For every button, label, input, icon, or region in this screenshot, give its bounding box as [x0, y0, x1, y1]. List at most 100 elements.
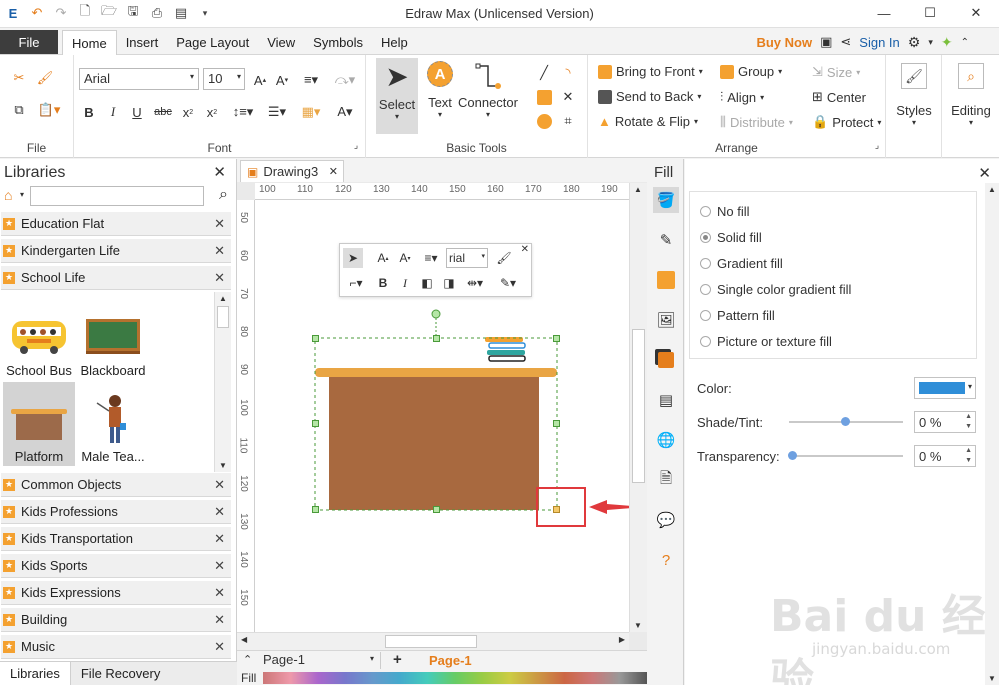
- protect-button[interactable]: 🔒 Protect ▾: [812, 114, 881, 130]
- layer-icon[interactable]: [653, 347, 679, 373]
- text-align-icon[interactable]: ≡▾: [296, 71, 326, 89]
- library-item-kids-sports[interactable]: ★ Kids Sports ✕: [1, 554, 231, 578]
- shrink-font-icon[interactable]: A ▾: [272, 71, 292, 89]
- chevron-down-icon[interactable]: ▾: [20, 190, 24, 199]
- library-item-kindergarten-life[interactable]: ★ Kindergarten Life ✕: [1, 239, 231, 263]
- home-icon[interactable]: ⌂: [4, 187, 12, 203]
- format-painter-icon[interactable]: 🖌: [36, 69, 54, 87]
- send-back-icon[interactable]: ◨: [439, 273, 459, 293]
- line-spacing-icon[interactable]: ↕≡▾: [228, 103, 258, 121]
- arc-tool-icon[interactable]: ◝: [558, 63, 578, 83]
- align-button[interactable]: ⫶ Align ▾: [720, 89, 764, 105]
- library-item-common-objects[interactable]: ★ Common Objects ✕: [1, 473, 231, 497]
- scroll-up-icon[interactable]: ▲: [988, 185, 996, 194]
- tab-view[interactable]: View: [258, 30, 304, 55]
- group-button[interactable]: Group ▾: [720, 64, 782, 79]
- library-item-school-life[interactable]: ★ School Life ✕: [1, 266, 231, 290]
- tab-insert[interactable]: Insert: [117, 30, 168, 55]
- close-icon[interactable]: ✕: [214, 270, 225, 286]
- distribute-icon[interactable]: ⇹▾: [461, 273, 489, 293]
- shape-school-bus[interactable]: School Bus: [3, 296, 75, 380]
- bring-front-icon[interactable]: ◧: [417, 273, 437, 293]
- library-item-kids-transportation[interactable]: ★ Kids Transportation ✕: [1, 527, 231, 551]
- fill-option-gradient-fill[interactable]: Gradient fill: [700, 256, 783, 271]
- canvas-horizontal-scrollbar[interactable]: ◀ ▶: [237, 632, 629, 650]
- float-font-select[interactable]: rial ▾: [446, 248, 488, 268]
- fill-option-no-fill[interactable]: No fill: [700, 204, 750, 219]
- resize-handle-mr[interactable]: [553, 420, 560, 427]
- theme-icon[interactable]: ✦: [941, 34, 953, 51]
- bullets-icon[interactable]: ☰▾: [262, 103, 292, 121]
- add-page-icon[interactable]: +: [393, 651, 402, 668]
- shadow-icon[interactable]: [653, 267, 679, 293]
- tab-file-recovery[interactable]: File Recovery: [71, 662, 170, 685]
- tab-page-layout[interactable]: Page Layout: [167, 30, 258, 55]
- ellipse-tool-icon[interactable]: [534, 111, 554, 131]
- font-size-select[interactable]: 10 ▾: [203, 68, 245, 90]
- close-icon[interactable]: ✕: [214, 558, 225, 574]
- format-painter-icon[interactable]: 🖌: [494, 248, 514, 268]
- close-libraries-icon[interactable]: ✕: [213, 163, 226, 181]
- page-properties-icon[interactable]: ▤: [653, 387, 679, 413]
- close-fill-panel-icon[interactable]: ✕: [978, 164, 991, 182]
- scroll-down-icon[interactable]: ▼: [634, 621, 642, 630]
- close-icon[interactable]: ✕: [329, 165, 338, 178]
- close-icon[interactable]: ✕: [214, 504, 225, 520]
- italic-icon[interactable]: I: [104, 103, 122, 121]
- fill-option-picture-texture[interactable]: Picture or texture fill: [700, 334, 832, 349]
- share-icon[interactable]: ⋖: [840, 34, 851, 50]
- fill-option-single-color-gradient[interactable]: Single color gradient fill: [700, 282, 851, 297]
- transparency-slider-knob[interactable]: [788, 451, 797, 460]
- rectangle-tool-icon[interactable]: [534, 87, 554, 107]
- shrink-font-icon[interactable]: A ▾: [395, 248, 415, 268]
- library-item-building[interactable]: ★ Building ✕: [1, 608, 231, 632]
- close-window-button[interactable]: ✕: [953, 0, 999, 26]
- text-align-icon[interactable]: ≡▾: [418, 248, 444, 268]
- close-icon[interactable]: ✕: [214, 585, 225, 601]
- scroll-right-icon[interactable]: ▶: [619, 635, 625, 644]
- fill-option-pattern-fill[interactable]: Pattern fill: [700, 308, 775, 323]
- cart-icon[interactable]: ▣: [820, 34, 832, 50]
- subscript-icon[interactable]: x2: [178, 103, 198, 121]
- buy-now-link[interactable]: Buy Now: [756, 35, 812, 50]
- line-icon[interactable]: ✎: [653, 227, 679, 253]
- library-item-kids-expressions[interactable]: ★ Kids Expressions ✕: [1, 581, 231, 605]
- shape-platform[interactable]: Platform: [3, 382, 75, 466]
- superscript-icon[interactable]: x2: [202, 103, 222, 121]
- text-tool-button[interactable]: A Text ▾: [422, 61, 458, 133]
- library-item-music[interactable]: ★ Music ✕: [1, 635, 231, 659]
- paste-icon[interactable]: 📋▾: [36, 101, 62, 119]
- text-direction-icon[interactable]: ⤼▾: [330, 71, 360, 89]
- pointer-icon[interactable]: ➤: [343, 248, 363, 268]
- editing-button[interactable]: ⌕ Editing ▾: [946, 63, 996, 143]
- scroll-up-icon[interactable]: ▲: [219, 294, 227, 303]
- color-swatches[interactable]: [263, 672, 647, 684]
- scroll-up-icon[interactable]: ▲: [634, 185, 642, 194]
- sign-in-link[interactable]: Sign In: [859, 35, 899, 50]
- bold-icon[interactable]: B: [80, 103, 98, 121]
- fill-option-solid-fill[interactable]: Solid fill: [700, 230, 762, 245]
- help-icon[interactable]: ?: [653, 547, 679, 573]
- resize-handle-bl[interactable]: [312, 506, 319, 513]
- shade-tint-input[interactable]: 0 % ▲ ▼: [914, 411, 976, 433]
- line-tool-icon[interactable]: ╱: [534, 63, 554, 83]
- resize-handle-tr[interactable]: [553, 335, 560, 342]
- distribute-button[interactable]: ⫼ Distribute ▾: [720, 114, 793, 130]
- highlight-icon[interactable]: ▦▾: [296, 103, 326, 121]
- tab-help[interactable]: Help: [372, 30, 417, 55]
- comment-icon[interactable]: 💬: [653, 507, 679, 533]
- copy-icon[interactable]: ⧉: [10, 101, 28, 119]
- resize-handle-tl[interactable]: [312, 335, 319, 342]
- page-list-toggle-icon[interactable]: ⌃: [243, 653, 252, 666]
- line-style-icon[interactable]: ✎▾: [495, 273, 521, 293]
- close-icon[interactable]: ✕: [214, 531, 225, 547]
- cross-tool-icon[interactable]: ✕: [558, 87, 578, 107]
- hyperlink-icon[interactable]: 🌐: [653, 427, 679, 453]
- library-scrollbar[interactable]: ▲ ▼: [214, 292, 231, 472]
- document-tab[interactable]: ▣ Drawing3 ✕: [240, 160, 344, 182]
- tab-libraries[interactable]: Libraries: [0, 662, 71, 685]
- close-icon[interactable]: ✕: [214, 243, 225, 259]
- transparency-input[interactable]: 0 % ▲ ▼: [914, 445, 976, 467]
- image-icon[interactable]: 🖼: [653, 307, 679, 333]
- library-search-input[interactable]: [30, 186, 204, 206]
